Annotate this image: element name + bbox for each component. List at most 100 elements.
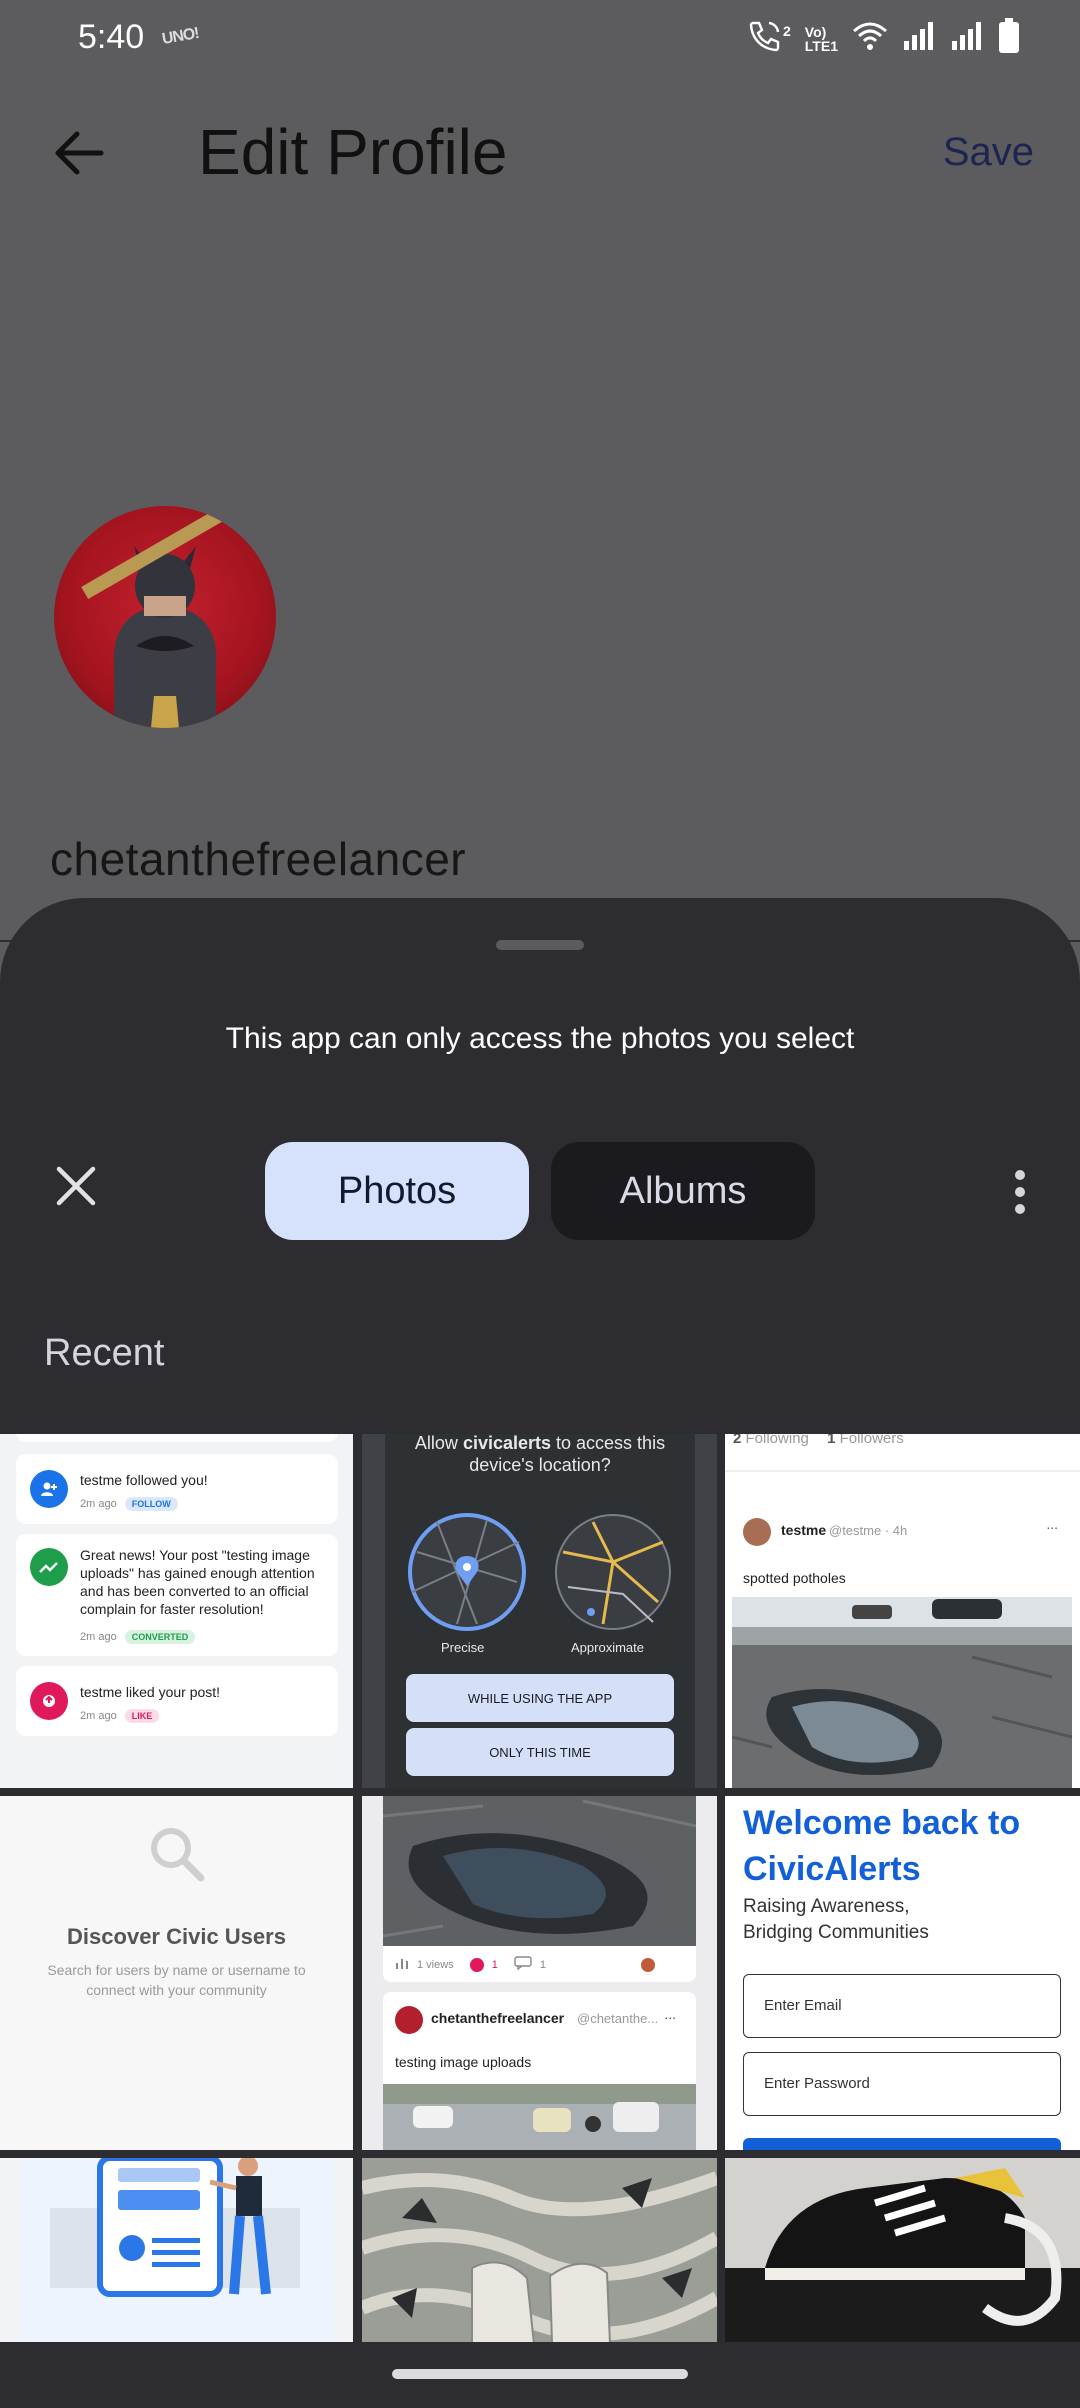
photo-thumbnail-post[interactable]: 2 Following 1 Followers testme @testme ·… bbox=[725, 1434, 1080, 1788]
post-card: chetanthefreelancer @chetanthe... ... te… bbox=[383, 1992, 696, 2150]
page-title: Edit Profile bbox=[198, 116, 508, 188]
login-subtitle-line-1: Raising Awareness, bbox=[743, 1896, 910, 1917]
more-vert-icon-dot bbox=[1015, 1187, 1025, 1197]
followers-count: 1 bbox=[827, 1434, 836, 1447]
avatar-image bbox=[81, 506, 227, 728]
approximate-map-icon bbox=[553, 1512, 673, 1637]
upvote-icon bbox=[469, 1957, 484, 1972]
post-text: spotted potholes bbox=[743, 1570, 846, 1586]
photo-thumbnail-login[interactable]: Welcome back to CivicAlerts Raising Awar… bbox=[725, 1796, 1080, 2150]
wifi-icon bbox=[852, 21, 888, 56]
section-label-recent: Recent bbox=[44, 1332, 165, 1374]
signal-icon-2 bbox=[950, 21, 984, 56]
access-message: This app can only access the photos you … bbox=[225, 1022, 855, 1055]
author-avatar bbox=[395, 2006, 423, 2034]
login-subtitle: Raising Awareness, Bridging Communities bbox=[743, 1894, 929, 1946]
notification-card: Great news! Your post "testing image upl… bbox=[16, 1534, 338, 1656]
save-button[interactable]: Save bbox=[943, 130, 1034, 175]
post-likes: 1 bbox=[491, 1958, 498, 1971]
search-icon bbox=[147, 1824, 207, 1889]
username-field[interactable]: chetanthefreelancer bbox=[50, 832, 466, 886]
lte-label: LTE1 bbox=[804, 37, 838, 54]
status-time: 5:40 bbox=[78, 18, 145, 56]
author-avatar bbox=[743, 1518, 771, 1546]
pothole-photo bbox=[383, 1796, 696, 1946]
converted-badge: CONVERTED bbox=[124, 1630, 196, 1644]
pothole-photo bbox=[732, 1597, 1072, 1788]
dialog-card: Allow civicalerts to access this device'… bbox=[385, 1434, 695, 1788]
photo-thumbnail-location-dialog[interactable]: Allow civicalerts to access this device'… bbox=[362, 1434, 717, 1788]
photo-thumbnail-sneaker[interactable] bbox=[725, 2158, 1080, 2344]
notification-text: Great news! Your post "testing image upl… bbox=[80, 1547, 315, 1617]
back-button[interactable] bbox=[44, 120, 114, 190]
tab-photos[interactable]: Photos bbox=[265, 1142, 529, 1240]
comment-icon bbox=[514, 1956, 532, 1973]
like-badge: LIKE bbox=[124, 1709, 160, 1723]
following-label: Following bbox=[745, 1434, 809, 1447]
post-handle: @chetanthe... bbox=[577, 2011, 659, 2026]
login-button-partial bbox=[743, 2138, 1061, 2150]
notification-card-partial bbox=[16, 1434, 338, 1442]
street-photo bbox=[383, 2084, 696, 2150]
person-add-icon bbox=[30, 1470, 68, 1508]
only-this-time-button: ONLY THIS TIME bbox=[406, 1728, 674, 1776]
photo-grid: testme followed you! 2m ago FOLLOW Great… bbox=[0, 1434, 1080, 2344]
battery-icon bbox=[998, 18, 1020, 59]
post-comments: 1 bbox=[539, 1958, 546, 1971]
home-gesture-handle[interactable] bbox=[392, 2369, 688, 2379]
follow-stats: 2 Following 1 Followers bbox=[733, 1434, 904, 1447]
photo-thumbnail-illustration[interactable] bbox=[0, 2158, 353, 2344]
post-handle-time: @testme · 4h bbox=[829, 1523, 908, 1538]
login-subtitle-line-2: Bridging Communities bbox=[743, 1922, 929, 1943]
photo-thumbnail-shoes-floor[interactable] bbox=[362, 2158, 717, 2344]
followers-label: Followers bbox=[839, 1434, 904, 1447]
post-text: testing image uploads bbox=[395, 2054, 532, 2070]
notification-text: testme followed you! bbox=[80, 1472, 208, 1488]
shoes-floor-photo bbox=[362, 2158, 717, 2344]
login-title: Welcome back to CivicAlerts bbox=[743, 1804, 1021, 1888]
post-author: chetanthefreelancer bbox=[431, 2010, 565, 2026]
notification-meta: 2m ago LIKE bbox=[80, 1709, 160, 1723]
more-vert-icon-dot bbox=[1015, 1204, 1025, 1214]
call-icon bbox=[747, 19, 783, 58]
close-button[interactable] bbox=[48, 1160, 104, 1216]
trending-up-icon bbox=[30, 1548, 68, 1586]
volte-indicator: Vo) LTE1 bbox=[805, 25, 838, 53]
bar-chart-icon bbox=[395, 1956, 409, 1973]
precise-map-icon bbox=[407, 1512, 527, 1637]
photo-thumbnail-discover[interactable]: Discover Civic Users Search for users by… bbox=[0, 1796, 353, 2150]
while-using-app-button: WHILE USING THE APP bbox=[406, 1674, 674, 1722]
drag-handle[interactable] bbox=[496, 940, 584, 950]
post-stats: 1 views 1 1 bbox=[395, 1956, 546, 1973]
sneaker-photo bbox=[725, 2158, 1080, 2344]
avatar[interactable] bbox=[54, 506, 276, 728]
dialog-question: Allow civicalerts to access this device'… bbox=[385, 1434, 695, 1476]
notification-time: 2m ago bbox=[80, 1498, 117, 1510]
call-sim-label: 2 bbox=[783, 22, 791, 39]
signal-icon-1 bbox=[902, 21, 936, 56]
status-bar: 5:40 UNO! 2 Vo) LTE1 bbox=[0, 0, 1080, 80]
user-avatar-small bbox=[641, 1958, 655, 1972]
dialog-app-name: civicalerts bbox=[462, 1434, 552, 1453]
notification-card: testme followed you! 2m ago FOLLOW bbox=[16, 1454, 338, 1524]
post-menu-icon: ... bbox=[664, 2006, 676, 2022]
post-author: testme bbox=[781, 1522, 827, 1538]
close-icon bbox=[54, 1164, 98, 1213]
photo-picker-sheet: This app can only access the photos you … bbox=[0, 898, 1080, 2408]
tab-albums[interactable]: Albums bbox=[551, 1142, 815, 1240]
notification-meta: 2m ago FOLLOW bbox=[80, 1497, 178, 1511]
notification-text: testme liked your post! bbox=[80, 1684, 221, 1700]
status-icons: 2 Vo) LTE1 bbox=[747, 18, 1020, 59]
notification-time: 2m ago bbox=[80, 1710, 117, 1722]
notification-label: UNO! bbox=[160, 24, 200, 49]
notification-card: testme liked your post! 2m ago LIKE bbox=[16, 1666, 338, 1736]
post-menu-icon: ... bbox=[1046, 1516, 1058, 1532]
photo-thumbnail-pothole-post[interactable]: 1 views 1 1 chetanthefreelancer @chetant… bbox=[362, 1796, 717, 2150]
discover-subtitle: Search for users by name or username to … bbox=[47, 1962, 306, 1998]
divider bbox=[725, 1470, 1080, 1472]
follow-badge: FOLLOW bbox=[124, 1497, 178, 1511]
more-options-button[interactable] bbox=[1000, 1164, 1040, 1220]
like-icon bbox=[30, 1682, 68, 1720]
volte-label: Vo) bbox=[804, 23, 827, 40]
photo-thumbnail-notifications[interactable]: testme followed you! 2m ago FOLLOW Great… bbox=[0, 1434, 353, 1788]
